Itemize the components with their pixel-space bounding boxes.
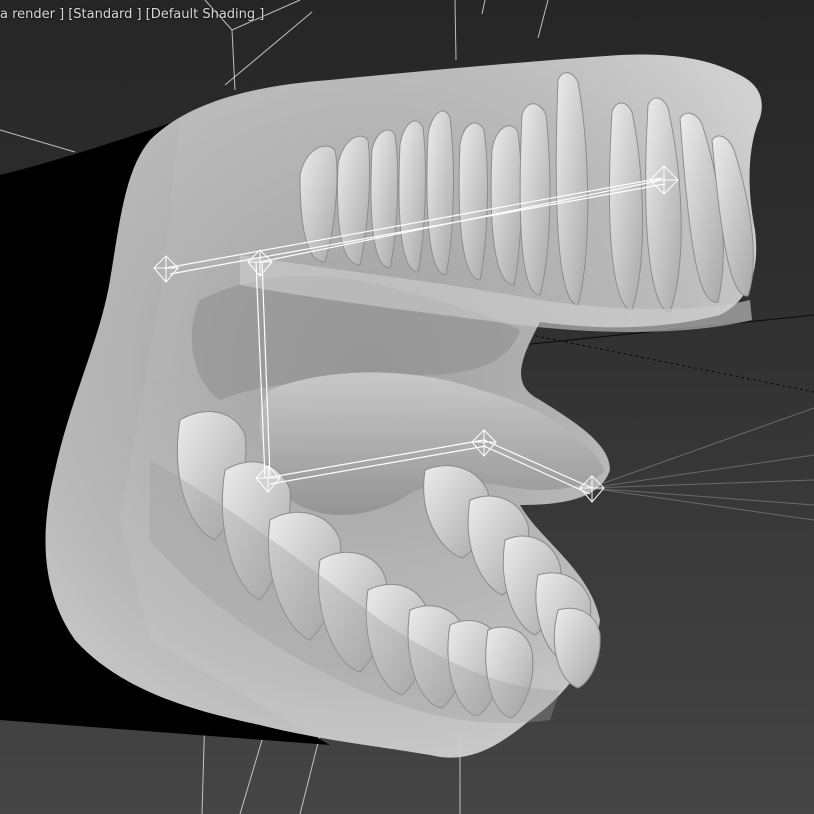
viewport-3d[interactable]: a render ] [Standard ] [Default Shading …	[0, 0, 814, 814]
scene-canvas[interactable]	[0, 0, 814, 814]
viewport-shading-label[interactable]: [Default Shading ]	[146, 7, 265, 23]
ground-grid-rays	[589, 407, 814, 521]
viewport-label-menu[interactable]: a render ] [Standard ] [Default Shading …	[0, 7, 264, 23]
viewport-render-mode-label[interactable]: [Standard ]	[68, 7, 141, 23]
viewport-camera-label[interactable]: a render ]	[0, 7, 64, 23]
